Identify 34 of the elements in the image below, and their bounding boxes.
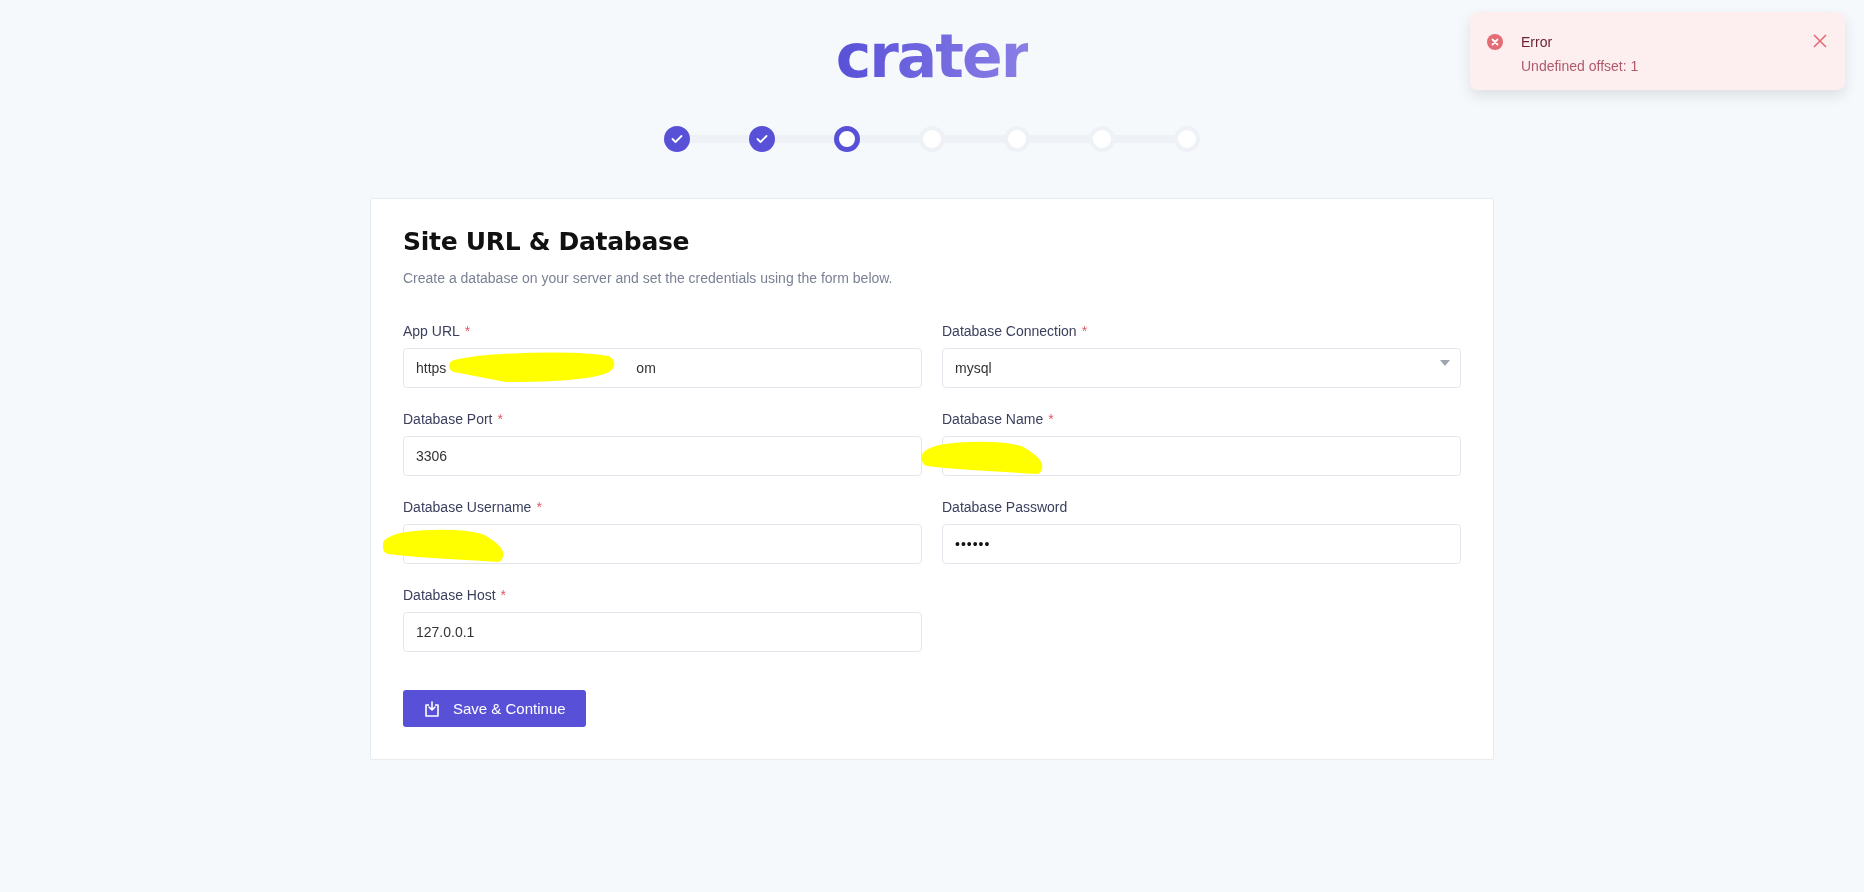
field-label: Database Connection bbox=[942, 323, 1077, 339]
required-asterisk: * bbox=[500, 587, 507, 603]
card-title: Site URL & Database bbox=[403, 227, 691, 256]
field-value: 3306 bbox=[416, 448, 448, 464]
save-continue-button[interactable]: Save & Continue bbox=[403, 690, 586, 727]
check-icon bbox=[756, 134, 768, 144]
field-value: https bbox=[416, 360, 447, 376]
check-icon bbox=[671, 134, 683, 144]
field-value: 127.0.0.1 bbox=[416, 624, 475, 640]
error-icon bbox=[1487, 34, 1503, 50]
required-asterisk: * bbox=[464, 323, 471, 339]
password-field[interactable]: •••••• bbox=[942, 524, 1461, 564]
field-label: Database Host bbox=[403, 587, 496, 603]
field-label: Database Password bbox=[942, 499, 1068, 515]
toast-title: Error bbox=[1521, 34, 1554, 50]
caret-icon bbox=[1440, 360, 1450, 366]
field-label: Database Name bbox=[942, 411, 1044, 427]
download-icon bbox=[423, 699, 441, 718]
field-label: Database Username bbox=[403, 499, 532, 515]
required-asterisk: * bbox=[1081, 323, 1088, 339]
field-label: App URL bbox=[403, 323, 460, 339]
required-asterisk: * bbox=[497, 411, 503, 427]
card-subtitle: Create a database on your server and set the credentials using the form below. bbox=[403, 270, 894, 286]
field-value: •••••• bbox=[955, 536, 991, 552]
close-button[interactable] bbox=[1813, 34, 1827, 48]
field-value: om bbox=[636, 360, 656, 376]
required-asterisk: * bbox=[1048, 411, 1054, 427]
text-field[interactable]: 3306 bbox=[403, 436, 922, 476]
field-value: mysql bbox=[955, 360, 992, 376]
text-field[interactable]: 127.0.0.1 bbox=[403, 612, 922, 652]
required-asterisk: * bbox=[536, 499, 542, 515]
toast-message: Undefined offset: 1 bbox=[1521, 58, 1640, 74]
dropdown-field[interactable]: mysql bbox=[942, 348, 1461, 388]
field-label: Database Port bbox=[403, 411, 493, 427]
